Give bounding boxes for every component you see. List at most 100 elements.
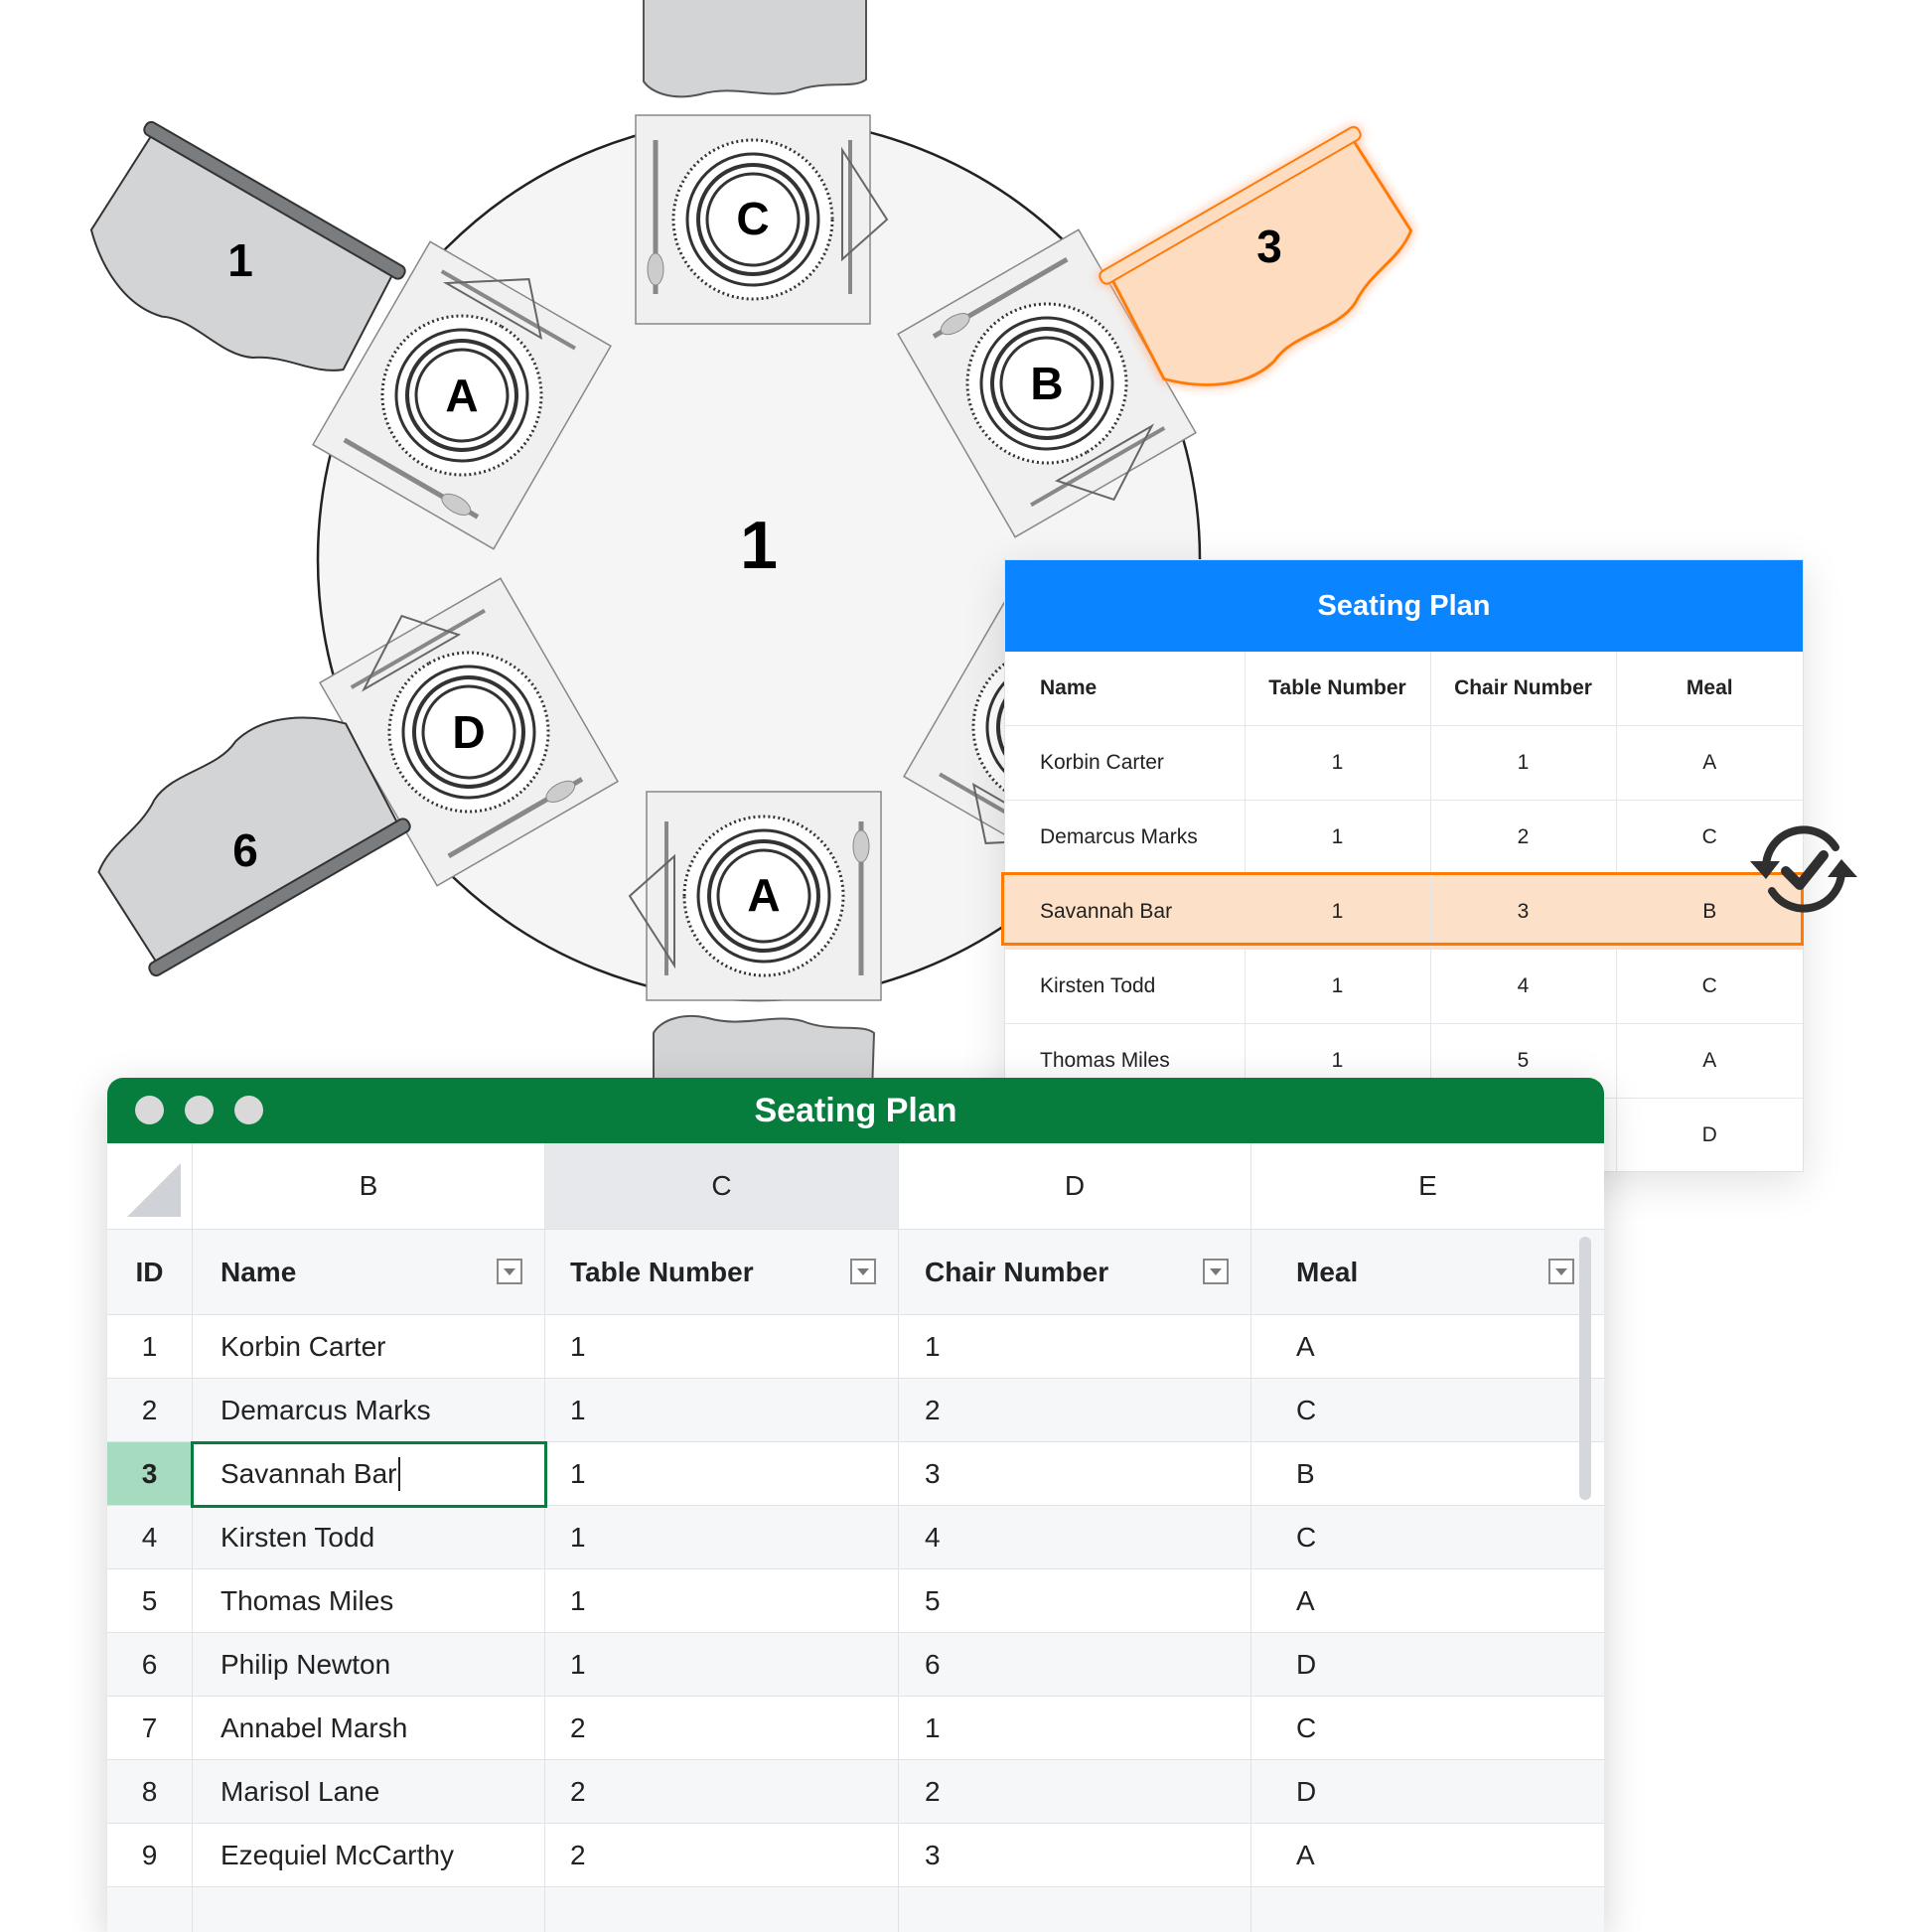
cell-table-number[interactable]: 1 (545, 1633, 899, 1696)
chair-1-label: 1 (227, 234, 253, 286)
cell-table-number[interactable] (545, 1887, 899, 1932)
cell-meal[interactable]: A (1251, 1315, 1604, 1378)
table-row[interactable]: 8 Marisol Lane 2 2 D (107, 1760, 1604, 1824)
cell-name[interactable] (193, 1887, 545, 1932)
panel-row[interactable]: Kirsten Todd 1 4 C (1005, 949, 1803, 1024)
filter-dropdown-icon[interactable] (1203, 1259, 1229, 1284)
panel-header-row: Name Table Number Chair Number Meal (1005, 652, 1803, 726)
window-close-button[interactable] (135, 1096, 164, 1124)
cell-chair-number[interactable] (899, 1887, 1251, 1932)
panel-cell: 1 (1245, 874, 1431, 950)
filter-dropdown-icon[interactable] (497, 1259, 522, 1284)
table-row-active[interactable]: 3 Savannah Bar 1 3 B (107, 1442, 1604, 1506)
vertical-scrollbar[interactable] (1579, 1237, 1591, 1500)
cell-table-number[interactable]: 2 (545, 1697, 899, 1759)
table-number-label: 1 (740, 508, 778, 583)
table-row[interactable] (107, 1887, 1604, 1932)
panel-cell: A (1616, 1023, 1803, 1099)
cell-name-editing[interactable]: Savannah Bar (193, 1442, 545, 1505)
cell-meal[interactable]: D (1251, 1633, 1604, 1696)
filter-dropdown-icon[interactable] (850, 1259, 876, 1284)
panel-cell: Savannah Bar (1005, 874, 1246, 950)
plate-label-D: D (452, 706, 485, 758)
window-zoom-button[interactable] (234, 1096, 263, 1124)
cell-name-text: Savannah Bar (220, 1457, 397, 1489)
cell-chair-number[interactable]: 6 (899, 1633, 1251, 1696)
table-row[interactable]: 4 Kirsten Todd 1 4 C (107, 1506, 1604, 1569)
plate-label-C: C (736, 193, 769, 244)
cell-chair-number[interactable]: 3 (899, 1442, 1251, 1505)
panel-row-highlighted[interactable]: Savannah Bar 1 3 B (1005, 874, 1803, 950)
cell-table-number[interactable]: 1 (545, 1442, 899, 1505)
cell-chair-number[interactable]: 3 (899, 1824, 1251, 1886)
panel-cell: 1 (1245, 949, 1431, 1024)
field-header-meal-label: Meal (1296, 1256, 1359, 1287)
panel-header-chair-number: Chair Number (1430, 652, 1617, 726)
cell-table-number[interactable]: 1 (545, 1315, 899, 1378)
cell-chair-number[interactable]: 2 (899, 1760, 1251, 1823)
column-header-B[interactable]: B (193, 1143, 545, 1229)
cell-name[interactable]: Marisol Lane (193, 1760, 545, 1823)
table-row[interactable]: 1 Korbin Carter 1 1 A (107, 1315, 1604, 1379)
cell-name[interactable]: Demarcus Marks (193, 1379, 545, 1441)
table-row[interactable]: 7 Annabel Marsh 2 1 C (107, 1697, 1604, 1760)
cell-name[interactable]: Philip Newton (193, 1633, 545, 1696)
cell-table-number[interactable]: 1 (545, 1506, 899, 1568)
cell-chair-number[interactable]: 2 (899, 1379, 1251, 1441)
cell-meal[interactable]: A (1251, 1569, 1604, 1632)
chair-3-label: 3 (1256, 221, 1282, 272)
table-row[interactable]: 6 Philip Newton 1 6 D (107, 1633, 1604, 1697)
panel-row[interactable]: Demarcus Marks 1 2 C (1005, 800, 1803, 875)
cell-chair-number[interactable]: 5 (899, 1569, 1251, 1632)
cell-meal[interactable]: A (1251, 1824, 1604, 1886)
cell-table-number[interactable]: 1 (545, 1379, 899, 1441)
filter-dropdown-icon[interactable] (1548, 1259, 1574, 1284)
column-header-C[interactable]: C (545, 1143, 899, 1229)
cell-chair-number[interactable]: 1 (899, 1697, 1251, 1759)
cell-table-number[interactable]: 2 (545, 1760, 899, 1823)
cell-chair-number[interactable]: 4 (899, 1506, 1251, 1568)
row-id[interactable]: 3 (107, 1442, 193, 1505)
cell-meal[interactable]: C (1251, 1379, 1604, 1441)
row-id[interactable]: 4 (107, 1506, 193, 1568)
cell-meal[interactable] (1251, 1887, 1604, 1932)
cell-name[interactable]: Thomas Miles (193, 1569, 545, 1632)
field-header-chair-number: Chair Number (899, 1230, 1251, 1314)
row-id[interactable]: 1 (107, 1315, 193, 1378)
column-header-D[interactable]: D (899, 1143, 1251, 1229)
window-minimize-button[interactable] (185, 1096, 214, 1124)
cell-name[interactable]: Korbin Carter (193, 1315, 545, 1378)
table-row[interactable]: 2 Demarcus Marks 1 2 C (107, 1379, 1604, 1442)
row-id[interactable]: 9 (107, 1824, 193, 1886)
table-row[interactable]: 5 Thomas Miles 1 5 A (107, 1569, 1604, 1633)
window-titlebar: Seating Plan (107, 1078, 1604, 1143)
row-id[interactable]: 5 (107, 1569, 193, 1632)
row-id[interactable]: 7 (107, 1697, 193, 1759)
row-id[interactable]: 8 (107, 1760, 193, 1823)
cell-chair-number[interactable]: 1 (899, 1315, 1251, 1378)
chair-top[interactable] (643, 0, 867, 98)
sheet-grid: B C D E ID Name Table Number Chair Numbe… (107, 1143, 1604, 1932)
field-header-table-number-label: Table Number (570, 1256, 754, 1287)
sync-check-icon[interactable] (1748, 819, 1859, 919)
field-header-id: ID (107, 1230, 193, 1314)
cell-table-number[interactable]: 1 (545, 1569, 899, 1632)
select-all-corner[interactable] (107, 1143, 193, 1229)
cell-table-number[interactable]: 2 (545, 1824, 899, 1886)
cell-meal[interactable]: B (1251, 1442, 1604, 1505)
row-id[interactable]: 6 (107, 1633, 193, 1696)
row-id[interactable] (107, 1887, 193, 1932)
cell-meal[interactable]: D (1251, 1760, 1604, 1823)
cell-name[interactable]: Ezequiel McCarthy (193, 1824, 545, 1886)
panel-cell: 4 (1430, 949, 1617, 1024)
cell-name[interactable]: Annabel Marsh (193, 1697, 545, 1759)
panel-row[interactable]: Korbin Carter 1 1 A (1005, 725, 1803, 801)
table-row[interactable]: 9 Ezequiel McCarthy 2 3 A (107, 1824, 1604, 1887)
cell-meal[interactable]: C (1251, 1506, 1604, 1568)
panel-cell: 1 (1430, 725, 1617, 801)
row-id[interactable]: 2 (107, 1379, 193, 1441)
column-header-E[interactable]: E (1251, 1143, 1604, 1229)
cell-meal[interactable]: C (1251, 1697, 1604, 1759)
panel-header-meal: Meal (1616, 652, 1803, 726)
cell-name[interactable]: Kirsten Todd (193, 1506, 545, 1568)
